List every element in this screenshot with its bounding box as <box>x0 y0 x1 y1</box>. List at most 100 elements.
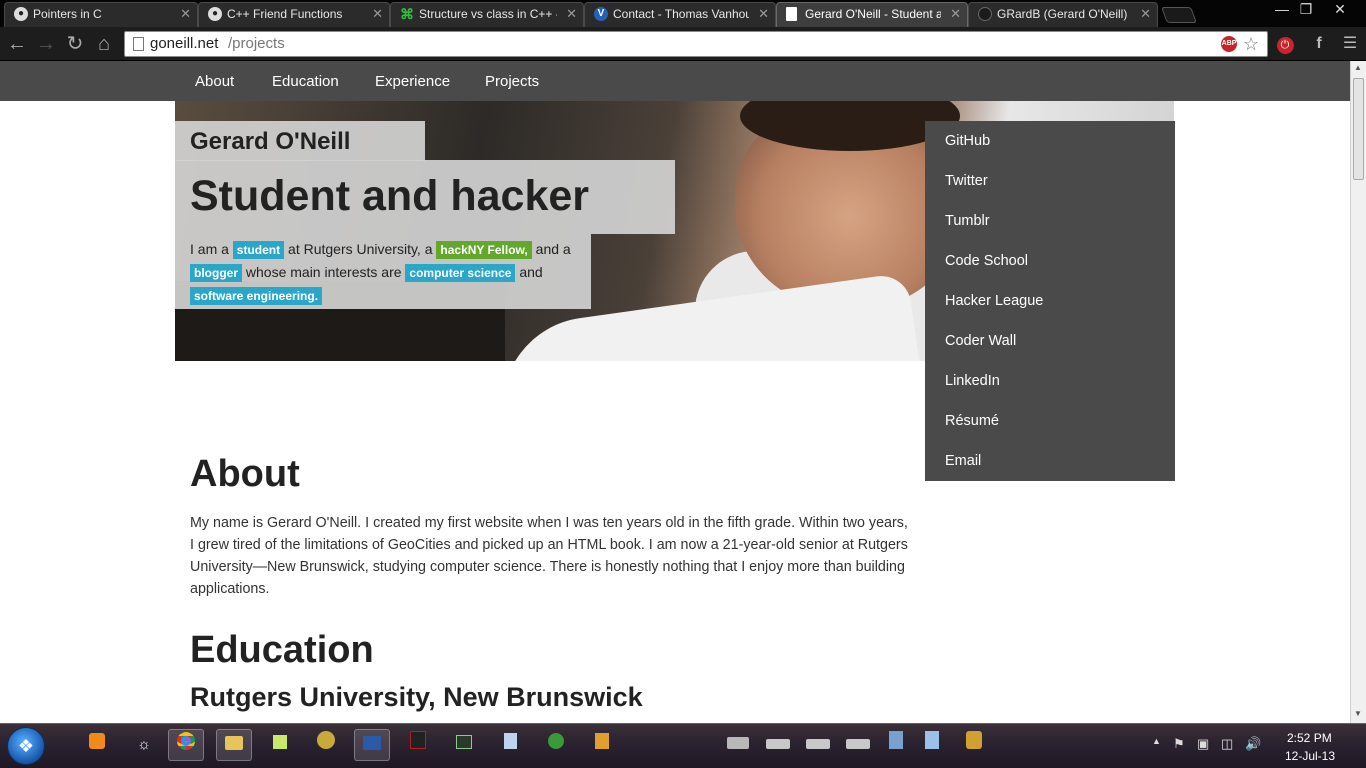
intro-text-part: I am a <box>190 241 233 257</box>
about-heading: About <box>190 453 300 495</box>
adblock-icon[interactable]: ABP <box>1221 36 1237 52</box>
sticky-notes-icon[interactable] <box>262 729 298 761</box>
github-octocat-icon <box>978 7 992 21</box>
nav-education[interactable]: Education <box>272 73 339 90</box>
browser-toolbar: ← → ↻ ⌂ goneill.net /projects ABP ☆ ⏻ f … <box>0 27 1366 61</box>
word-icon[interactable] <box>584 729 620 761</box>
link-tumblr[interactable]: Tumblr <box>945 213 990 229</box>
close-tab-icon[interactable]: ✕ <box>372 3 383 25</box>
task-manager-icon[interactable] <box>446 729 482 761</box>
intro-text-part: and <box>515 264 543 280</box>
reload-icon[interactable]: ↻ <box>63 32 87 56</box>
browser-tab[interactable]: ● Pointers in C ✕ <box>4 2 198 27</box>
back-arrow-icon[interactable]: ← <box>5 32 29 56</box>
page-viewport: About Education Experience Projects Gera… <box>0 61 1350 723</box>
scroll-up-arrow-icon[interactable]: ▲ <box>1354 63 1362 72</box>
tag-student[interactable]: student <box>232 241 285 259</box>
close-tab-icon[interactable]: ✕ <box>758 3 769 25</box>
tag-blogger[interactable]: blogger <box>190 264 242 282</box>
tab-label: Structure vs class in C++ - <box>419 7 557 21</box>
drive-icon[interactable] <box>800 729 836 761</box>
link-linkedin[interactable]: LinkedIn <box>945 373 1000 389</box>
tag-computer-science[interactable]: computer science <box>405 264 516 282</box>
scroll-down-arrow-icon[interactable]: ▼ <box>1354 709 1362 718</box>
windows-taskbar: ❖ ☼ ▲ ⚑ ▣ ◫ 🔊 2:52 PM 12-Jul-13 <box>0 723 1366 768</box>
action-center-flag-icon[interactable]: ⚑ <box>1173 736 1185 752</box>
drive-icon[interactable] <box>760 729 796 761</box>
tag-hackny[interactable]: hackNY Fellow, <box>436 241 532 259</box>
scrollbar-thumb[interactable] <box>1353 78 1364 180</box>
social-links-panel: GitHub Twitter Tumblr Code School Hacker… <box>925 121 1175 481</box>
nav-projects[interactable]: Projects <box>485 73 539 90</box>
network-icon[interactable]: ▣ <box>1197 736 1209 752</box>
start-button[interactable]: ❖ <box>7 727 45 765</box>
tab-label: GRardB (Gerard O'Neill) · G <box>997 7 1131 21</box>
bookmark-star-icon[interactable]: ☆ <box>1243 33 1259 55</box>
link-code-school[interactable]: Code School <box>945 253 1028 269</box>
close-tab-icon[interactable]: ✕ <box>950 3 961 25</box>
devices-icon[interactable] <box>914 729 950 761</box>
globe-app-icon[interactable] <box>538 729 574 761</box>
link-hacker-league[interactable]: Hacker League <box>945 293 1043 309</box>
windows-drive-icon[interactable] <box>720 729 756 761</box>
restore-icon[interactable]: ❐ <box>1294 0 1318 18</box>
github-octocat-icon: ● <box>14 7 28 21</box>
minimize-icon[interactable]: — <box>1270 0 1294 18</box>
facebook-icon[interactable]: f <box>1308 33 1330 55</box>
home-icon[interactable]: ⌂ <box>92 32 116 56</box>
notepad-icon[interactable] <box>492 729 528 761</box>
browser-tab[interactable]: V Contact - Thomas Vanhou ✕ <box>584 2 776 27</box>
close-window-icon[interactable]: ✕ <box>1328 0 1352 18</box>
close-tab-icon[interactable]: ✕ <box>180 3 191 25</box>
nav-about[interactable]: About <box>195 73 234 90</box>
clock-time[interactable]: 2:52 PM <box>1287 731 1332 745</box>
site-name: Gerard O'Neill <box>190 128 351 155</box>
file-explorer-icon[interactable] <box>216 729 252 761</box>
stackoverflow-icon: ⌘ <box>400 6 414 22</box>
power-plug-icon[interactable]: ◫ <box>1221 736 1233 752</box>
browser-tab[interactable]: ● C++ Friend Functions ✕ <box>198 2 390 27</box>
nav-experience[interactable]: Experience <box>375 73 450 90</box>
page-icon <box>786 7 797 21</box>
intro-text-part: whose main interests are <box>242 264 406 280</box>
lock-icon[interactable] <box>956 729 992 761</box>
chrome-icon[interactable] <box>168 729 204 761</box>
close-tab-icon[interactable]: ✕ <box>566 3 577 25</box>
intro-text-part: at Rutgers University, a <box>284 241 437 257</box>
site-nav-bar: About Education Experience Projects <box>0 61 1350 101</box>
documents-icon[interactable] <box>878 729 914 761</box>
address-bar[interactable]: goneill.net /projects ABP ☆ <box>124 31 1268 57</box>
link-github[interactable]: GitHub <box>945 133 990 149</box>
clock-date[interactable]: 12-Jul-13 <box>1285 749 1335 763</box>
dvd-drive-icon[interactable] <box>840 729 876 761</box>
browser-tab-active[interactable]: Gerard O'Neill - Student a ✕ <box>776 2 968 27</box>
power-extension-icon[interactable]: ⏻ <box>1274 33 1296 55</box>
link-resume[interactable]: Résumé <box>945 413 999 429</box>
dev-cpp-icon[interactable] <box>354 729 390 761</box>
intro-text-part: and a <box>531 241 571 257</box>
tagline-box: Student and hacker <box>175 160 675 234</box>
link-coder-wall[interactable]: Coder Wall <box>945 333 1016 349</box>
browser-tab[interactable]: GRardB (Gerard O'Neill) · G ✕ <box>968 2 1158 27</box>
volume-icon[interactable]: 🔊 <box>1245 736 1261 752</box>
forward-arrow-icon[interactable]: → <box>34 32 58 56</box>
page-icon <box>133 37 144 51</box>
intro-text: I am a student at Rutgers University, a … <box>175 234 591 309</box>
name-box: Gerard O'Neill <box>175 121 425 161</box>
close-tab-icon[interactable]: ✕ <box>1140 3 1151 25</box>
browser-tab[interactable]: ⌘ Structure vs class in C++ - ✕ <box>390 2 584 27</box>
link-email[interactable]: Email <box>945 453 981 469</box>
link-twitter[interactable]: Twitter <box>945 173 988 189</box>
github-octocat-icon: ● <box>208 7 222 21</box>
menu-icon[interactable]: ☰ <box>1339 33 1361 55</box>
tag-software-engineering[interactable]: software engineering. <box>190 287 323 305</box>
paint-icon[interactable]: ☼ <box>126 729 162 761</box>
about-paragraph: My name is Gerard O'Neill. I created my … <box>190 515 908 597</box>
wiki-icon[interactable] <box>308 729 344 761</box>
show-hidden-icons-icon[interactable]: ▲ <box>1152 736 1161 746</box>
new-tab-button[interactable] <box>1161 7 1197 23</box>
page-scrollbar[interactable]: ▲ ▼ <box>1350 61 1366 723</box>
media-player-icon[interactable] <box>79 729 115 761</box>
cod-game-icon[interactable] <box>400 729 436 761</box>
url-host: goneill.net <box>150 35 219 52</box>
